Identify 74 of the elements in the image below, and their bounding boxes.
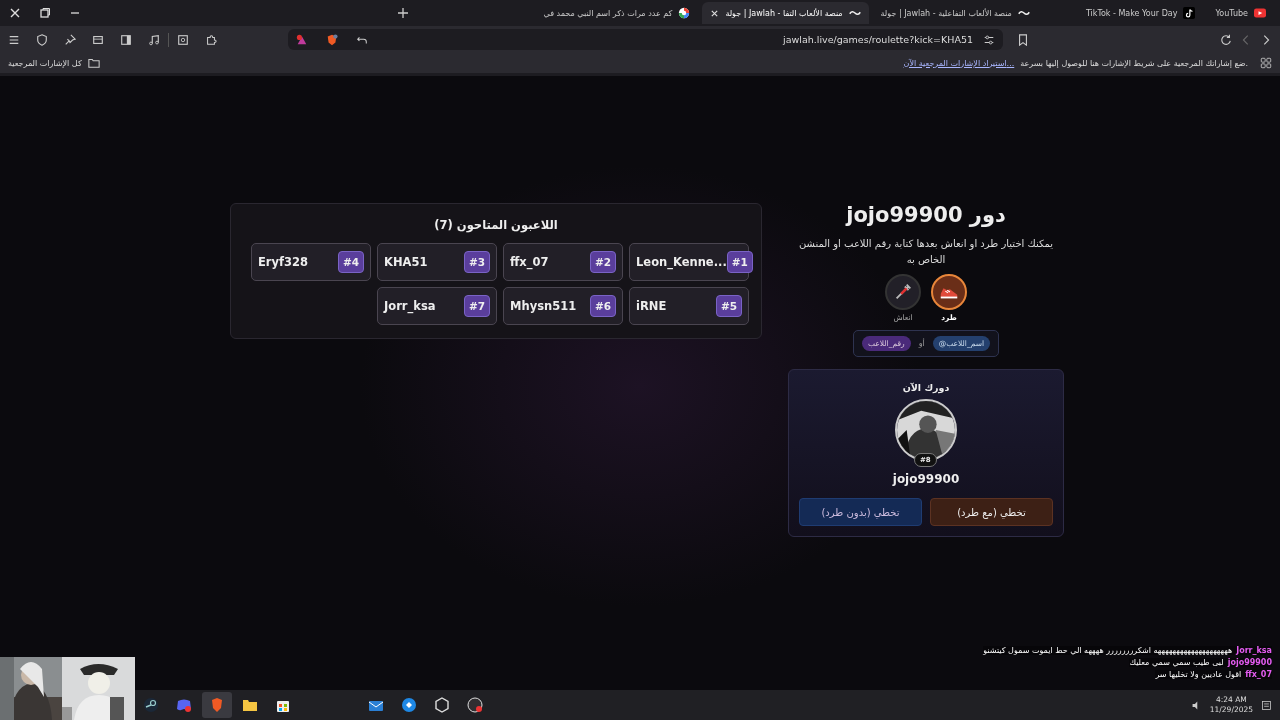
player-number-badge: #7 (463, 295, 490, 317)
lion-shield-icon (209, 697, 225, 713)
chat-bubble-icon (176, 697, 192, 713)
player-card[interactable]: iRNE #5 (629, 287, 749, 325)
turn-description: يمكنك اختيار طرد او انعاش بعدها كتابة رقم اللاعب او المنشن الخاص به (797, 237, 1055, 267)
player-number-badge: #1 (726, 251, 753, 273)
chat-message: لبى طيب سمي سمي معليك (1129, 658, 1224, 667)
panel-title: اللاعبون المتاحون (7) (433, 218, 559, 232)
record-icon (467, 697, 483, 713)
browser-tab[interactable]: TikTok - Make Your Day (1077, 2, 1204, 24)
address-bar[interactable]: jawlah.live/games/roulette?kick=KHA51 (288, 29, 1003, 50)
browser-tab[interactable]: YouTube (1207, 2, 1274, 24)
browser-tab[interactable]: جولة | Jawlah - منصة الألعاب التفا (702, 2, 869, 24)
player-name: Leon_Kenne... (636, 255, 727, 269)
turn-title: دور jojo99900 (846, 203, 1006, 227)
player-name: iRNE (636, 299, 667, 313)
player-number-badge: #2 (589, 251, 616, 273)
pin-icon[interactable] (64, 33, 76, 46)
close-icon[interactable] (9, 7, 21, 19)
bookmarks-hint: ضع إشاراتك المرجعية على شريط الإشارات هنا للوصول إليها بسرعة. (1020, 58, 1248, 68)
player-name: Mhysn511 (510, 299, 577, 313)
menu-icon[interactable] (8, 33, 20, 46)
chat-message: اقول عاديين ولا تخليها سر (1155, 670, 1242, 679)
player-card[interactable]: ffx_07 #2 (503, 243, 623, 281)
new-tab-icon[interactable] (397, 7, 409, 19)
player-name: jojo99900 (892, 472, 960, 486)
or-label: أو (918, 339, 925, 348)
player-name: KHA51 (384, 255, 428, 269)
notification-icon[interactable] (1261, 699, 1272, 711)
chat-username: ffx_07 (1245, 670, 1272, 679)
cube-icon (434, 697, 450, 713)
sidebar-icon[interactable] (120, 33, 132, 46)
bookmark-icon[interactable] (1017, 33, 1029, 46)
action-button[interactable] (885, 274, 921, 310)
player-number-badge: #5 (715, 295, 742, 317)
music-icon[interactable] (148, 33, 160, 46)
music-note-icon (1183, 7, 1196, 19)
chat-username: Jorr_ksa (1236, 646, 1272, 655)
chat-message: ههههههههههههههههههههه اشكرررررررر ههههه الي حط ايموت سمول كيتشنو (983, 646, 1233, 655)
skip-button[interactable]: تخطي (مع طرد) (930, 498, 1053, 526)
skip-button[interactable]: تخطي (بدون طرد) (799, 498, 922, 526)
folder-icon (87, 57, 100, 69)
browser-tab[interactable]: جولة | Jawlah - منصة الألعاب التفاعلية (872, 2, 1038, 24)
all-bookmarks-button[interactable]: كل الإشارات المرجعية (8, 58, 82, 68)
lion-shield-icon[interactable] (326, 33, 338, 46)
chat-username: jojo99900 (1227, 658, 1272, 667)
player-number-badge: #4 (337, 251, 364, 273)
reload-icon[interactable] (1220, 33, 1232, 46)
player-number-badge: #3 (463, 251, 490, 273)
player-number-badge: #6 (589, 295, 616, 317)
puzzle-icon[interactable] (205, 33, 217, 46)
player-card[interactable]: KHA51 #3 (377, 243, 497, 281)
window-icon[interactable] (92, 33, 104, 46)
player-name: ffx_07 (510, 255, 549, 269)
shield-icon[interactable] (36, 33, 48, 46)
app-icon (401, 697, 417, 713)
settings-sliders-icon[interactable] (983, 33, 995, 46)
player-name: Jorr_ksa (384, 299, 436, 313)
player-card[interactable]: Eryf328 #4 (251, 243, 371, 281)
url-text: jawlah.live/games/roulette?kick=KHA51 (783, 34, 973, 45)
player-name: Eryf328 (258, 255, 309, 269)
import-bookmarks-link[interactable]: استيراد الإشارات المرجعية الآن... (903, 58, 1015, 68)
triangle-icon[interactable] (296, 33, 308, 46)
play-icon (1254, 7, 1266, 19)
card-heading: دورك الآن (902, 382, 950, 393)
player-card[interactable]: Jorr_ksa #7 (377, 287, 497, 325)
player-card[interactable]: Mhysn511 #6 (503, 287, 623, 325)
folder-icon (242, 697, 258, 713)
apps-grid-icon[interactable] (1260, 57, 1272, 69)
close-icon[interactable] (710, 8, 720, 18)
restore-icon[interactable] (39, 7, 51, 19)
action-button[interactable] (931, 274, 967, 310)
browser-tab[interactable]: كم عدد مرات ذكر اسم النبي محمد في (535, 2, 699, 24)
screenshot-icon[interactable] (177, 33, 189, 46)
